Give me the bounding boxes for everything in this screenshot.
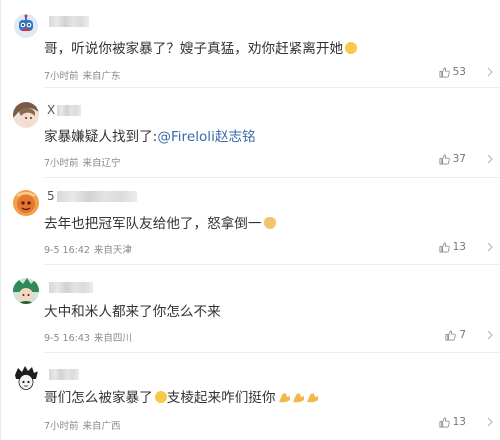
like-count: 7 (459, 329, 466, 341)
comment-item: 哥们怎么被家暴了 支棱起来咋们挺你 7小时前 来自广西 13 (1, 353, 500, 440)
comment-list: 哥，听说你被家暴了？嫂子真猛，劝你赶紧离开她 7小时前 来自广东 53 X 家暴… (0, 0, 500, 440)
user-mention-link[interactable]: @Fireloli赵志铭 (157, 129, 255, 145)
thumbs-up-icon (439, 67, 450, 77)
comment-time: 9-5 16:42 (44, 245, 90, 256)
strong-arm-emoji-icon (278, 393, 318, 403)
comment-source: 来自辽宁 (82, 158, 121, 169)
comment-time: 7小时前 (44, 421, 79, 432)
username-mosaic (57, 104, 82, 116)
more-options-icon[interactable] (487, 67, 493, 77)
username-mosaic (49, 281, 93, 293)
comment-time: 7小时前 (44, 71, 79, 82)
like-count: 13 (452, 416, 466, 428)
comment-item: 哥，听说你被家暴了？嫂子真猛，劝你赶紧离开她 7小时前 来自广东 53 (1, 0, 500, 88)
comment-text: 哥们怎么被家暴了 支棱起来咋们挺你 (44, 389, 320, 407)
thumbs-up-icon (439, 417, 450, 427)
comment-text: 家暴嫌疑人找到了:@Fireloli赵志铭 (44, 129, 256, 145)
green-character-avatar[interactable] (13, 278, 39, 304)
comment-text: 哥，听说你被家暴了？嫂子真猛，劝你赶紧离开她 (44, 40, 358, 58)
comment-source: 来自广西 (82, 421, 121, 432)
username[interactable] (47, 280, 93, 294)
like-count: 37 (452, 153, 466, 165)
username[interactable] (47, 367, 79, 381)
username[interactable]: 5 (47, 189, 137, 203)
comment-item: 大中和米人都来了你怎么不来 9-5 16:43 来自四川 7 (1, 265, 500, 353)
comment-source: 来自广东 (82, 71, 121, 82)
comment-text: 大中和米人都来了你怎么不来 (44, 304, 221, 320)
more-options-icon[interactable] (487, 330, 493, 340)
grin-emoji-icon (345, 42, 358, 54)
like-count: 13 (452, 241, 466, 253)
comment-meta: 7小时前 来自辽宁 (44, 155, 121, 169)
comment-time: 7小时前 (44, 158, 79, 169)
comment-meta: 9-5 16:43 来自四川 (44, 330, 132, 344)
orange-character-avatar[interactable] (13, 190, 39, 216)
more-options-icon[interactable] (487, 417, 493, 427)
anime-girl-avatar[interactable] (13, 102, 39, 128)
username-mosaic (56, 190, 137, 202)
thumbs-up-icon (445, 330, 457, 340)
username-mosaic (49, 15, 89, 27)
manga-boy-avatar[interactable] (13, 365, 39, 391)
like-button[interactable]: 53 (439, 66, 466, 78)
more-options-icon[interactable] (487, 154, 493, 164)
comment-item: X 家暴嫌疑人找到了:@Fireloli赵志铭 7小时前 来自辽宁 37 (1, 88, 500, 178)
thumbs-up-icon (439, 154, 450, 164)
comment-meta: 7小时前 来自广西 (44, 418, 121, 432)
comment-time: 9-5 16:43 (44, 333, 90, 344)
comment-meta: 7小时前 来自广东 (44, 68, 121, 82)
comment-meta: 9-5 16:42 来自天津 (44, 242, 132, 256)
smile-emoji-icon (154, 391, 167, 403)
more-options-icon[interactable] (487, 242, 493, 252)
like-button[interactable]: 37 (439, 153, 466, 165)
lion-emoji-icon (263, 217, 276, 229)
cartoon-robot-avatar[interactable] (13, 13, 39, 39)
comment-text: 去年也把冠军队友给他了，怒拿倒一 (44, 215, 276, 233)
like-button[interactable]: 13 (439, 241, 466, 253)
comment-source: 来自天津 (93, 245, 132, 256)
like-count: 53 (452, 66, 466, 78)
username-visible-fragment: X (47, 103, 56, 117)
username-mosaic (49, 368, 79, 380)
comment-item: 5 去年也把冠军队友给他了，怒拿倒一 9-5 16:42 来自天津 13 (1, 178, 500, 265)
like-button[interactable]: 13 (439, 416, 466, 428)
thumbs-up-icon (439, 242, 450, 252)
like-button[interactable]: 7 (445, 329, 466, 341)
comment-source: 来自四川 (93, 333, 132, 344)
username-visible-fragment: 5 (47, 189, 55, 203)
username[interactable] (47, 14, 89, 28)
username[interactable]: X (47, 103, 82, 117)
